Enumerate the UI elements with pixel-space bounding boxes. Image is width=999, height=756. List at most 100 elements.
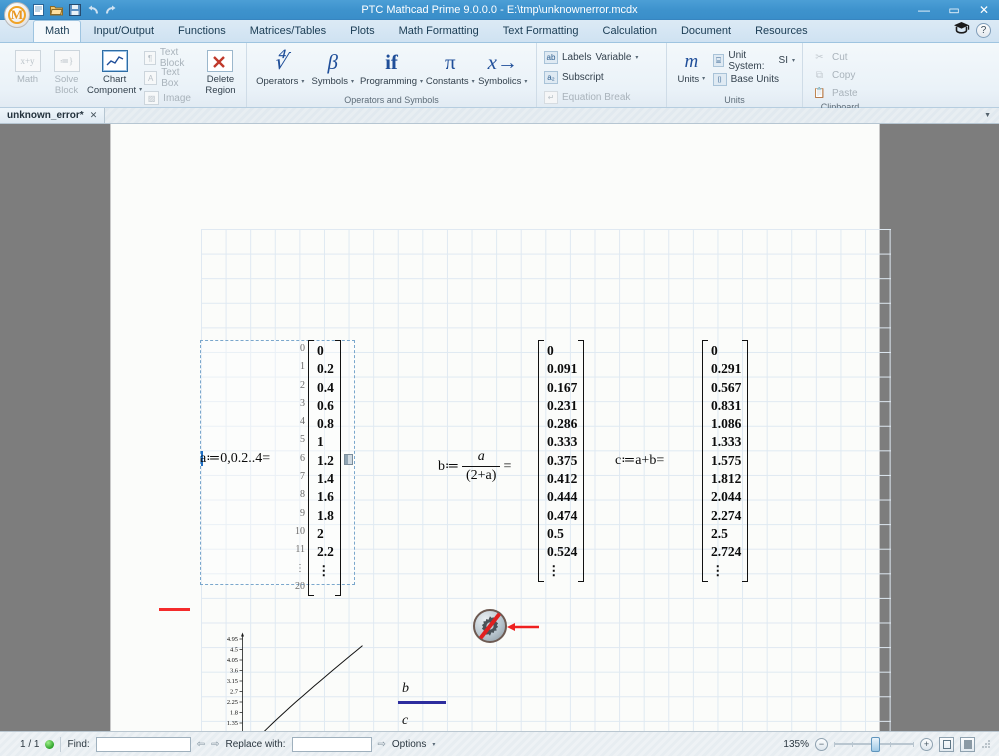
options-label[interactable]: Options bbox=[392, 739, 426, 750]
tab-resources[interactable]: Resources bbox=[743, 20, 820, 42]
svg-text:0.9: 0.9 bbox=[230, 731, 238, 732]
calculation-status-indicator[interactable] bbox=[45, 740, 54, 749]
base-units-label: Base Units bbox=[731, 74, 779, 85]
chart-region[interactable]: 0 0.45 0.9 1.35 1.8 2.25 2.7 3.15 3.6 4.… bbox=[208, 629, 388, 731]
open-document-icon[interactable] bbox=[49, 2, 64, 17]
base-units-icon: ⌷ bbox=[713, 73, 727, 86]
symbols-button[interactable]: β Symbols▾ bbox=[307, 46, 360, 87]
draft-view-button[interactable] bbox=[960, 737, 975, 752]
y-axis-arrow bbox=[241, 633, 244, 637]
chart-legend-series-b[interactable]: b bbox=[398, 681, 446, 704]
constants-button[interactable]: π Constants▾ bbox=[424, 46, 477, 87]
subscript-button[interactable]: a₂ Subscript bbox=[544, 69, 604, 86]
programming-button[interactable]: if Programming▾ bbox=[359, 46, 424, 87]
matrix-cell: 0.333 bbox=[547, 433, 577, 451]
replace-input[interactable] bbox=[292, 737, 372, 752]
symbolics-button[interactable]: x→ Symbolics▾ bbox=[477, 46, 530, 87]
chevron-down-icon[interactable]: ▾ bbox=[351, 78, 354, 85]
help-button[interactable]: ? bbox=[976, 23, 991, 38]
range-variable-a-expression[interactable]: a≔0,0.2..4= bbox=[200, 449, 270, 467]
chevron-down-icon[interactable]: ▼ bbox=[976, 108, 999, 123]
text-block-button[interactable]: ¶ Text Block bbox=[144, 49, 194, 67]
slider-thumb[interactable] bbox=[871, 737, 880, 752]
region-resize-handle[interactable] bbox=[344, 454, 353, 465]
equation-break-button[interactable]: ↵ Equation Break bbox=[544, 89, 630, 106]
units-button[interactable]: m Units ▾ bbox=[674, 46, 709, 85]
labels-dropdown[interactable]: ab Labels Variable ▾ bbox=[544, 49, 638, 66]
matrix-cell: 0.444 bbox=[547, 488, 577, 506]
maximize-button[interactable]: ▭ bbox=[939, 0, 969, 20]
labels-label: Labels bbox=[562, 52, 591, 63]
document-tab-unknown-error[interactable]: unknown_error* ✕ bbox=[0, 108, 105, 123]
copy-button[interactable]: ⧉ Copy bbox=[812, 68, 858, 83]
range-variable-a-result-matrix[interactable]: 0 1 2 3 4 5 6 7 8 9 10 11 ⋮ 20 0 0.2 0.4 bbox=[295, 340, 341, 596]
tab-math[interactable]: Math bbox=[33, 20, 81, 42]
zoom-in-button[interactable]: + bbox=[920, 738, 933, 751]
new-document-icon[interactable] bbox=[31, 2, 46, 17]
chart-component-error-icon[interactable] bbox=[473, 609, 507, 643]
variable-b-expression[interactable]: b≔ a (2+a) = bbox=[438, 449, 511, 484]
undo-icon[interactable] bbox=[85, 2, 100, 17]
operators-button[interactable]: ∜ Operators▾ bbox=[254, 46, 307, 87]
chevron-down-icon[interactable]: ▾ bbox=[139, 85, 142, 96]
variable-c-result-matrix[interactable]: 0 0.291 0.567 0.831 1.086 1.333 1.575 1.… bbox=[702, 340, 748, 582]
zoom-slider[interactable] bbox=[834, 738, 914, 751]
matrix-cell: 2.5 bbox=[711, 525, 741, 543]
zoom-out-button[interactable]: − bbox=[815, 738, 828, 751]
variable-b-result-matrix[interactable]: 0 0.091 0.167 0.231 0.286 0.333 0.375 0.… bbox=[538, 340, 584, 582]
chevron-down-icon[interactable]: ▾ bbox=[420, 78, 423, 85]
chevron-down-icon[interactable]: ▾ bbox=[702, 74, 705, 85]
tab-functions[interactable]: Functions bbox=[166, 20, 238, 42]
tab-text-formatting[interactable]: Text Formatting bbox=[491, 20, 591, 42]
close-icon[interactable]: ✕ bbox=[90, 110, 98, 121]
beta-icon: β bbox=[328, 49, 338, 76]
delete-region-button[interactable]: Delete Region bbox=[202, 46, 239, 96]
chevron-down-icon[interactable]: ▾ bbox=[635, 54, 638, 61]
unit-system-dropdown[interactable]: ⌸ Unit System: SI ▾ bbox=[713, 52, 795, 69]
svg-text:3.15: 3.15 bbox=[227, 678, 238, 685]
matrix-cell: 1.086 bbox=[711, 415, 741, 433]
tab-plots[interactable]: Plots bbox=[338, 20, 386, 42]
tab-document[interactable]: Document bbox=[669, 20, 743, 42]
variable-c-expression[interactable]: c≔a+b= bbox=[615, 451, 664, 469]
matrix-cell: 0 bbox=[317, 342, 334, 360]
worksheet-canvas[interactable]: a≔0,0.2..4= 0 1 2 3 4 5 6 7 8 9 10 11 ⋮ … bbox=[0, 124, 999, 731]
find-next-icon[interactable]: ⇨ bbox=[211, 739, 219, 750]
tab-matrices-tables[interactable]: Matrices/Tables bbox=[238, 20, 338, 42]
chevron-down-icon[interactable]: ▾ bbox=[301, 78, 304, 85]
find-input[interactable] bbox=[96, 737, 191, 752]
graduation-cap-icon[interactable] bbox=[953, 21, 970, 40]
matrix-cell: 0.474 bbox=[547, 507, 577, 525]
chart-component-button[interactable]: Chart Component ▾ bbox=[87, 46, 142, 96]
solve-block-button[interactable]: ≔} Solve Block bbox=[48, 46, 85, 96]
index-cell: 3 bbox=[300, 395, 305, 413]
paste-button[interactable]: 📋 Paste bbox=[812, 86, 858, 101]
tab-calculation[interactable]: Calculation bbox=[591, 20, 669, 42]
tab-input-output[interactable]: Input/Output bbox=[81, 20, 166, 42]
save-document-icon[interactable] bbox=[67, 2, 82, 17]
chevron-down-icon[interactable]: ▾ bbox=[792, 57, 795, 64]
resize-grip-icon[interactable] bbox=[981, 739, 991, 749]
find-previous-icon[interactable]: ⇦ bbox=[197, 739, 205, 750]
image-button[interactable]: ▨ Image bbox=[144, 89, 194, 107]
chevron-down-icon[interactable]: ▾ bbox=[524, 78, 527, 85]
svg-text:1.8: 1.8 bbox=[230, 710, 238, 717]
replace-apply-icon[interactable]: ⇨ bbox=[378, 739, 386, 750]
cut-button[interactable]: ✂ Cut bbox=[812, 50, 858, 65]
delete-region-label-2: Region bbox=[205, 85, 235, 96]
minimize-button[interactable]: — bbox=[909, 0, 939, 20]
matrix-cell: 0.412 bbox=[547, 470, 577, 488]
math-region-button[interactable]: x+y Math bbox=[9, 46, 46, 85]
close-button[interactable]: ✕ bbox=[969, 0, 999, 20]
chevron-down-icon[interactable]: ▾ bbox=[472, 78, 475, 85]
redo-icon[interactable] bbox=[103, 2, 118, 17]
mathcad-logo-icon[interactable]: M bbox=[4, 2, 30, 28]
text-box-button[interactable]: A Text Box bbox=[144, 69, 194, 87]
ribbon-tab-bar: Math Input/Output Functions Matrices/Tab… bbox=[0, 20, 999, 43]
chart-legend-series-c[interactable]: c bbox=[398, 713, 446, 731]
tab-math-formatting[interactable]: Math Formatting bbox=[387, 20, 491, 42]
page-view-button[interactable] bbox=[939, 737, 954, 752]
chevron-down-icon[interactable]: ▾ bbox=[432, 741, 435, 748]
base-units-button[interactable]: ⌷ Base Units bbox=[713, 71, 795, 88]
matrix-cell: 2.274 bbox=[711, 507, 741, 525]
